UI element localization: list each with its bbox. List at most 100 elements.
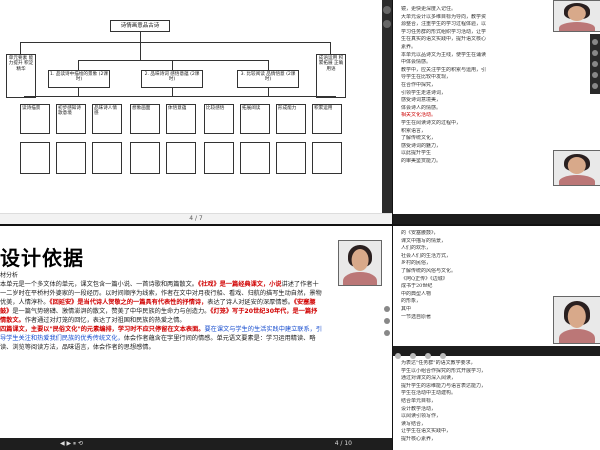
meeting-side-toolbar xyxy=(590,34,600,94)
doc-text-block-3: 为表达"任务群"的语文教学要求， 学生以小组合作探究的形式开展学习， 通过对课文… xyxy=(401,360,543,444)
participant-video-3[interactable] xyxy=(338,240,382,286)
detail-box-9: 积累运用 xyxy=(312,104,342,134)
doc-control-bar xyxy=(393,346,600,359)
detail-row-box-3 xyxy=(92,142,122,174)
pen-icon[interactable] xyxy=(384,306,390,312)
participant-video-4[interactable] xyxy=(553,296,600,344)
doc-line: 乡村的民俗， xyxy=(401,260,432,267)
doc-line: 的《安塞腰鼓》， xyxy=(401,230,439,236)
doc-line: 源整合，注重学生的学习过程体验，以 xyxy=(401,21,487,28)
doc-line: 让学生在语文实践中， xyxy=(401,428,452,435)
para-segment: 《社戏》是一篇经典课文，小说 xyxy=(198,281,282,288)
more-icon[interactable] xyxy=(592,83,598,89)
doc-line: 《阿Q正传》《边城》 xyxy=(401,275,448,282)
detail-box-7: 拓展阅读 xyxy=(240,104,270,134)
mic-icon[interactable] xyxy=(592,39,598,45)
slide-paragraph: 本单元是一个多文体的单元，课文包含一篇小说、一首诗歌和两篇散文。《社戏》是一篇经… xyxy=(0,280,322,352)
pointer-icon[interactable] xyxy=(383,20,391,28)
para-segment: 作者在文中对月夜行船、 xyxy=(160,290,229,297)
para-segment: 本单元是一个多文体的单元，课文包含一篇小说、一首诗歌和两篇散文。 xyxy=(0,281,198,288)
doc-line: 体会诗人的情感。 xyxy=(401,104,442,111)
para-segment: 体会作者的思想感情。 xyxy=(92,344,155,351)
doc-line: 通过对课文的深入阅读， xyxy=(401,375,457,382)
detail-box-4: 想象画面 xyxy=(130,104,160,134)
doc-line: 中体会情感。 xyxy=(401,59,432,66)
chat-icon[interactable] xyxy=(592,72,598,78)
camera-icon[interactable] xyxy=(410,353,417,359)
doc-line: 引领学生走进诗词， xyxy=(401,89,447,96)
doc-line: 在合作中探究， xyxy=(401,81,437,88)
doc-line: 学生以小组合作探究的形式开展学习， xyxy=(401,367,487,374)
doc-panel-bottom-right: 的《安塞腰鼓》， 课文中描写的情景， 人们的欢乐， 社会人们的生活方式， 乡村的… xyxy=(393,226,600,450)
doc-line: 导学生在比较中发现， xyxy=(401,74,452,81)
detail-row-box-1 xyxy=(20,142,50,174)
doc-line: 其中 xyxy=(401,305,412,312)
page-indicator: 4 / 7 xyxy=(189,215,203,222)
participant-video-1[interactable] xyxy=(553,0,600,32)
detail-row-box-9 xyxy=(312,142,342,174)
doc-line: 积累语言， xyxy=(401,127,427,134)
task-box-3: 3. 比较阅读 品情悟意 (2课时) xyxy=(237,70,299,88)
doc-line: 学生在阅读诗文的过程中， xyxy=(401,119,462,126)
doc-text-block-1: 镜，更快更深度入记住。 大单元设计以多维目标为导向，教学资 源整合，注重学生的学… xyxy=(401,6,543,165)
doc-line: 社会人们的生活方式， xyxy=(401,252,452,259)
doc-line: 读写结合， xyxy=(401,420,427,427)
doc-bottom-bar xyxy=(393,214,600,224)
eraser-icon[interactable] xyxy=(384,318,390,324)
page-indicator: 4 / 10 xyxy=(334,440,352,447)
doc-line: 中的典型人物 xyxy=(401,290,432,297)
doc-line: 镜，更快更深度入记住。 xyxy=(401,6,457,12)
task-box-1: 1. 品读诗中描绘的景象 (2课时) xyxy=(48,70,110,88)
doc-line: 以阅读引领写作， xyxy=(401,413,442,420)
doc-line: 本单元以品诗文为主线，使学生在诵读 xyxy=(401,51,487,58)
para-segment: 表达了诗人对延安的深厚情感。 xyxy=(207,299,294,306)
doc-line: 了解传统文化， xyxy=(401,135,437,142)
camera-icon[interactable] xyxy=(592,50,598,56)
doc-line: 提升学生的思维能力与语言表达能力， xyxy=(401,382,487,389)
detail-row-box-7 xyxy=(240,142,270,174)
slide-side-toolbar xyxy=(382,0,392,224)
left-column-box: 单元要素 能力提升 积淀精华 xyxy=(6,54,36,98)
para-segment: 作者通过对灯笼的回忆，表达了对祖国和民族的热爱之情。 xyxy=(24,317,186,324)
chat-icon[interactable] xyxy=(440,353,447,359)
doc-line: 大单元设计以多维目标为导向，教学资 xyxy=(401,13,487,20)
share-icon[interactable] xyxy=(592,61,598,67)
para-segment: 是一篇气势磅礴、激情澎湃的散文，赞美了中华民族的生命力与创造力。 xyxy=(12,308,211,315)
para-segment: 《回延安》是当代诗人贺敬之的一篇具有代表性的抒情诗， xyxy=(49,299,208,306)
detail-row-box-5 xyxy=(166,142,196,174)
detail-box-2: 初步感知诗歌意境 xyxy=(56,104,86,134)
doc-line: 人们的欢乐， xyxy=(401,245,432,252)
detail-box-8: 形成能力 xyxy=(276,104,306,134)
doc-line: 的形象， xyxy=(401,298,422,305)
task-box-2: 2. 品味诗词 感悟意蕴 (2课时) xyxy=(141,70,203,88)
detail-row-box-4 xyxy=(130,142,160,174)
detail-row-box-2 xyxy=(56,142,86,174)
slide-footer: 4 / 7 xyxy=(0,213,392,224)
mic-icon[interactable] xyxy=(395,353,401,359)
doc-line: 的审美鉴赏能力。 xyxy=(401,157,442,164)
pen-icon[interactable] xyxy=(383,6,391,14)
para-segment: 四篇课文，主要以"民俗文化"的元素编排，学习时不应只停留在文本表面。 xyxy=(0,326,205,333)
para-segment: 体会作者蕴含在字里行间的情感。 xyxy=(123,335,217,342)
doc-line: 素养。 xyxy=(401,43,417,50)
slide-panel-bottom-left: 设计依据 材分析 本单元是一个多文体的单元，课文包含一篇小说、一首诗歌和两篇散文… xyxy=(0,226,392,450)
doc-line: 学习任务群的形式组织学习活动，让学 xyxy=(401,28,487,35)
doc-line: 感受诗词意境美， xyxy=(401,97,442,104)
doc-line: 为表达"任务群"的语文教学要求， xyxy=(401,360,476,366)
detail-box-6: 比较感悟 xyxy=(204,104,234,134)
detail-box-3: 品味诗人情感 xyxy=(92,104,122,134)
participant-video-2[interactable] xyxy=(553,150,600,186)
share-icon[interactable] xyxy=(425,353,432,359)
laser-icon[interactable] xyxy=(384,330,390,336)
detail-row-box-6 xyxy=(204,142,234,174)
doc-text-block-2: 的《安塞腰鼓》， 课文中描写的情景， 人们的欢乐， 社会人们的生活方式， 乡村的… xyxy=(401,230,543,321)
doc-line: 以此提升学生 xyxy=(401,150,432,157)
doc-panel-top-right: 镜，更快更深度入记住。 大单元设计以多维目标为导向，教学资 源整合，注重学生的学… xyxy=(393,0,600,224)
doc-line: 教学中，应关注学生的积累与运用，引 xyxy=(401,66,487,73)
slide-control-bar: ◀ ▶ ⏸ ⟲ 4 / 10 xyxy=(0,438,392,450)
playback-controls[interactable]: ◀ ▶ ⏸ ⟲ xyxy=(60,438,83,450)
doc-line: 相关文化活动。 xyxy=(401,112,437,119)
detail-row-box-8 xyxy=(276,142,306,174)
diagram-title-box: 诗情画意品古诗 xyxy=(110,20,170,32)
doc-line: 感受诗词的魅力， xyxy=(401,142,442,149)
